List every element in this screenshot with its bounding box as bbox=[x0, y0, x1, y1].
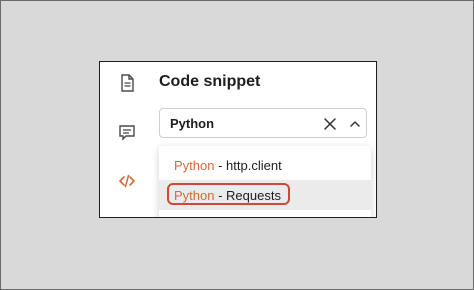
code-snippet-panel: Code snippet Python Python - http.client bbox=[99, 61, 377, 218]
option-library: Requests bbox=[226, 188, 281, 203]
language-dropdown-menu: Python - http.client Python - Requests bbox=[159, 146, 371, 217]
option-separator: - bbox=[214, 188, 227, 203]
select-value: Python bbox=[170, 116, 215, 131]
option-separator: - bbox=[214, 158, 227, 173]
option-library: http.client bbox=[226, 158, 282, 173]
document-icon[interactable] bbox=[117, 73, 137, 93]
screenshot-frame: Code snippet Python Python - http.client bbox=[0, 0, 474, 290]
panel-title: Code snippet bbox=[159, 73, 261, 90]
option-language: Python bbox=[174, 158, 215, 173]
chevron-up-icon[interactable] bbox=[347, 116, 363, 132]
dropdown-option-python-requests[interactable]: Python - Requests bbox=[159, 180, 371, 210]
clear-icon[interactable] bbox=[322, 116, 338, 132]
dropdown-option-python-http-client[interactable]: Python - http.client bbox=[159, 150, 371, 180]
language-select[interactable]: Python bbox=[159, 108, 367, 138]
comment-icon[interactable] bbox=[117, 122, 137, 142]
option-language: Python bbox=[174, 188, 215, 203]
code-icon[interactable] bbox=[117, 171, 137, 191]
